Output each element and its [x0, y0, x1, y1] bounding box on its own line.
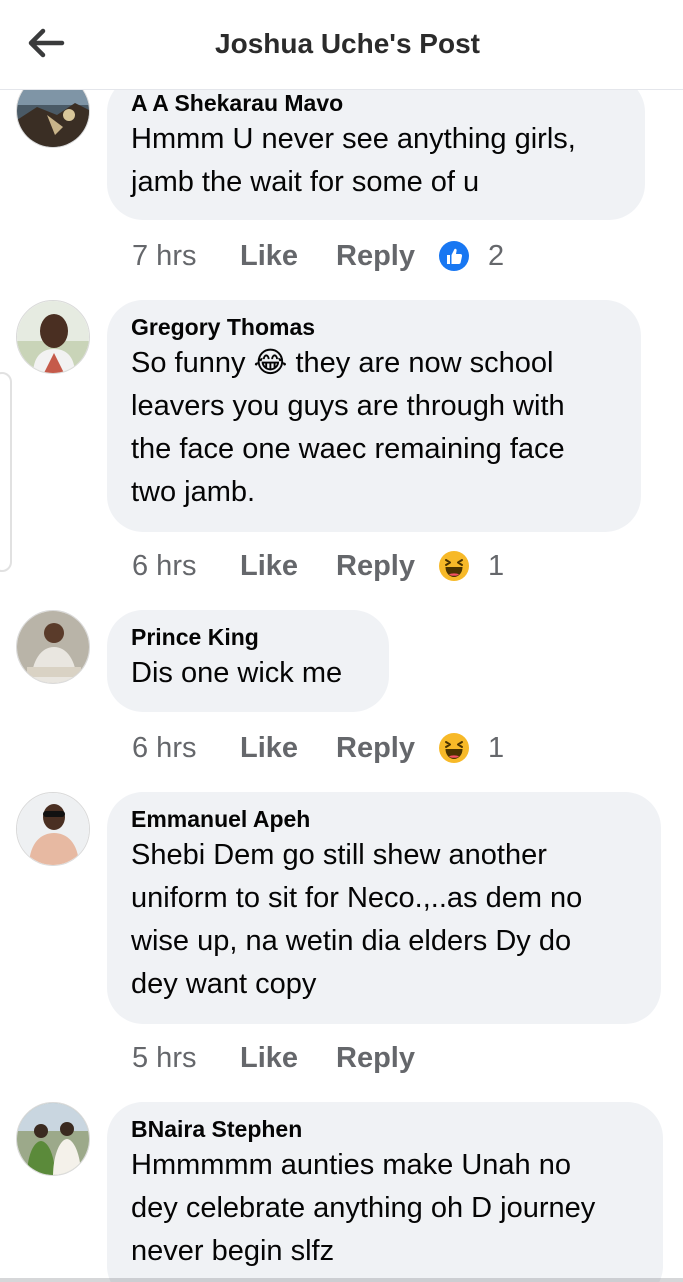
- comment-text-line: jamb the wait for some of u: [131, 166, 480, 198]
- like-button[interactable]: Like: [240, 240, 336, 273]
- comment-text-line: the face one waec remaining face: [131, 433, 565, 465]
- reaction-summary[interactable]: 1: [438, 550, 504, 583]
- comment-text-line: So funny 😂 they are now school: [131, 347, 554, 379]
- comment-text-line: never begin slfz: [131, 1235, 335, 1267]
- comment-actions: 7 hrs Like Reply 2: [132, 236, 504, 276]
- haha-reaction-icon: [439, 551, 469, 581]
- screen-bottom-edge: [0, 1278, 683, 1282]
- comment-author[interactable]: Prince King: [131, 622, 365, 652]
- comment-actions: 6 hrs Like Reply 1: [132, 546, 504, 586]
- comment-author[interactable]: A A Shekarau Mavo: [131, 90, 621, 118]
- comment-text-line: Dis one wick me: [131, 657, 343, 689]
- comment-time[interactable]: 7 hrs: [132, 240, 240, 273]
- like-button[interactable]: Like: [240, 1042, 336, 1075]
- like-button[interactable]: Like: [240, 732, 336, 765]
- avatar[interactable]: [16, 610, 90, 684]
- avatar[interactable]: [16, 300, 90, 374]
- comment-text-line: Hmmm U never see anything girls,: [131, 123, 576, 155]
- reply-button[interactable]: Reply: [336, 550, 438, 583]
- reply-button[interactable]: Reply: [336, 1042, 438, 1075]
- avatar[interactable]: [16, 1102, 90, 1176]
- comment-actions: 5 hrs Like Reply: [132, 1038, 438, 1078]
- like-button[interactable]: Like: [240, 550, 336, 583]
- reaction-count: 2: [488, 239, 505, 272]
- comment-bubble: A A Shekarau Mavo Hmmm U never see anyth…: [107, 90, 645, 220]
- comment-text-line: dey celebrate anything oh D journey: [131, 1192, 596, 1224]
- page-title: Joshua Uche's Post: [215, 28, 480, 59]
- comment-text-line: leavers you guys are through with: [131, 390, 565, 422]
- comment-text-line: two jamb.: [131, 476, 256, 508]
- comment-bubble: Prince King Dis one wick me: [107, 610, 389, 712]
- comment-text-line: wise up, na wetin dia elders Dy do: [131, 925, 572, 957]
- comment-text-line: dey want copy: [131, 968, 317, 1000]
- comment-text-line: Hmmmmm aunties make Unah no: [131, 1149, 571, 1181]
- comment-author[interactable]: Emmanuel Apeh: [131, 804, 637, 834]
- comment-bubble: Emmanuel Apeh Shebi Dem go still shew an…: [107, 792, 661, 1024]
- comments-list: A A Shekarau Mavo Hmmm U never see anyth…: [0, 90, 683, 1282]
- comment-text-line: Shebi Dem go still shew another: [131, 839, 547, 871]
- comment-author[interactable]: BNaira Stephen: [131, 1114, 639, 1144]
- reaction-summary[interactable]: 1: [438, 732, 504, 765]
- reply-button[interactable]: Reply: [336, 732, 438, 765]
- haha-reaction-icon: [439, 733, 469, 763]
- comment-time[interactable]: 5 hrs: [132, 1042, 240, 1075]
- avatar[interactable]: [16, 90, 90, 148]
- comment-text-line: uniform to sit for Neco.,..as dem no: [131, 882, 583, 914]
- avatar[interactable]: [16, 792, 90, 866]
- comment-bubble: Gregory Thomas So funny 😂 they are now s…: [107, 300, 641, 532]
- reaction-count: 1: [488, 731, 505, 764]
- comment-bubble: BNaira Stephen Hmmmmm aunties make Unah …: [107, 1102, 663, 1282]
- reply-button[interactable]: Reply: [336, 240, 438, 273]
- comment-time[interactable]: 6 hrs: [132, 732, 240, 765]
- comment-author[interactable]: Gregory Thomas: [131, 312, 617, 342]
- reaction-summary[interactable]: 2: [438, 240, 504, 273]
- comment-time[interactable]: 6 hrs: [132, 550, 240, 583]
- reaction-count: 1: [488, 549, 505, 582]
- post-header: Joshua Uche's Post: [0, 0, 683, 90]
- comment-actions: 6 hrs Like Reply 1: [132, 728, 504, 768]
- like-reaction-icon: [439, 241, 469, 271]
